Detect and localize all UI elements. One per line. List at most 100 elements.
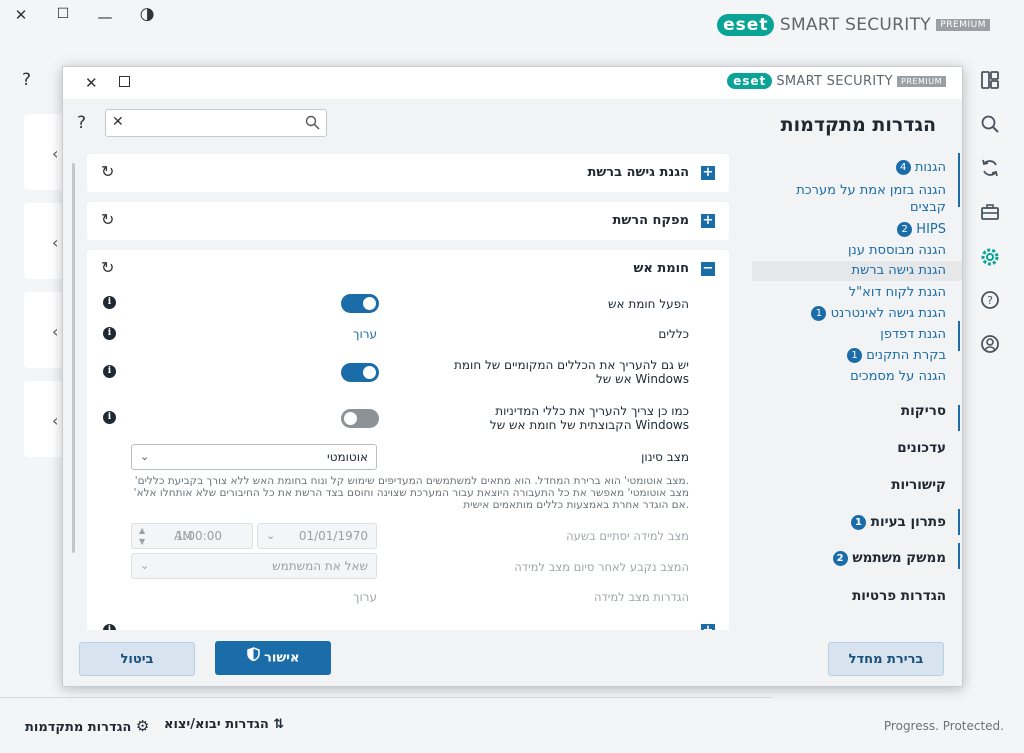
- reset-icon[interactable]: ↻: [101, 210, 114, 229]
- panel-title: מפקח הרשת: [612, 213, 689, 228]
- panel-title: הגנת גישה ברשת: [587, 165, 689, 180]
- info-icon: i: [103, 624, 116, 630]
- learning-end-time: 1:00:00 AM ▲ ▼: [131, 523, 253, 549]
- help-icon[interactable]: ?: [77, 113, 86, 133]
- nav-cloud-protection[interactable]: הגנה מבוססת ענן: [848, 243, 946, 258]
- chevron-left-icon: ‹: [52, 411, 59, 430]
- learning-end-label: מצב למידה יסתיים בשעה: [566, 529, 689, 543]
- nav-badge: 1: [811, 306, 827, 321]
- account-icon[interactable]: [978, 334, 1002, 358]
- after-learning-select: שאל את המשתמש ⌄: [131, 553, 377, 579]
- search-icon[interactable]: [978, 114, 1002, 138]
- edition-badge: PREMIUM: [936, 19, 990, 31]
- info-icon[interactable]: i: [103, 365, 116, 378]
- chevron-left-icon: ‹: [52, 233, 59, 252]
- nav-document-protection[interactable]: הגנה על מסמכים: [850, 369, 946, 384]
- dialog-logo: eset SMART SECURITY PREMIUM: [727, 73, 946, 89]
- group-policy-toggle[interactable]: [341, 409, 379, 428]
- nav-badge: 1: [847, 348, 863, 363]
- reset-icon[interactable]: ↻: [101, 258, 114, 277]
- nav-privacy-settings[interactable]: הגדרות פרטיות: [852, 588, 946, 604]
- nav-user-interface[interactable]: 2 ממשק משתמש: [827, 550, 946, 566]
- group-policy-label: כמו כן צריך להעריך את כללי המדיניות הקבו…: [489, 404, 689, 432]
- nav-connectivity[interactable]: קישוריות: [891, 477, 946, 493]
- nav-device-control[interactable]: 1 בקרת התקנים: [841, 348, 946, 363]
- nav-protections[interactable]: 4 הגנות: [890, 160, 946, 175]
- filter-mode-select[interactable]: אוטומטי ⌄: [131, 444, 377, 470]
- update-icon[interactable]: [978, 158, 1002, 182]
- tagline: Progress. Protected.: [883, 719, 1004, 733]
- panel-firewall: − חומת אש ↻ הפעל חומת אש i כללים ערוך i …: [87, 250, 729, 630]
- nav-browser-protection[interactable]: הגנת דפדפן: [880, 327, 946, 342]
- nav-network-access-protection[interactable]: הגנת גישה ברשת: [752, 261, 962, 281]
- panel-network-inspector[interactable]: + מפקח הרשת ↻: [87, 202, 729, 240]
- eset-logo-mark: eset: [727, 73, 773, 89]
- search-input[interactable]: ✕: [105, 109, 327, 137]
- chevron-left-icon: ‹: [52, 322, 59, 341]
- learning-end-date: 01/01/1970 ⌄: [257, 523, 377, 549]
- after-learning-label: המצב נקבע לאחר סיום מצב למידה: [514, 560, 689, 574]
- background-card: ‹: [24, 381, 64, 457]
- nav-badge: 1: [851, 514, 867, 530]
- minimize-icon[interactable]: —: [94, 8, 116, 26]
- eset-logo-mark: eset: [717, 14, 775, 36]
- dashboard-icon[interactable]: [978, 70, 1002, 94]
- footer-advanced-settings[interactable]: הגדרות מתקדמות ⚙: [25, 717, 149, 735]
- footer-import-export[interactable]: הגדרות יבוא/יצוא ⇅: [164, 717, 284, 732]
- app-logo: eset SMART SECURITY PREMIUM: [717, 14, 990, 36]
- search-icon: [305, 115, 320, 134]
- info-icon[interactable]: i: [103, 411, 116, 424]
- info-icon[interactable]: i: [103, 296, 116, 309]
- nav-updates[interactable]: עדכונים: [897, 440, 946, 456]
- cancel-button[interactable]: ביטול: [79, 642, 195, 676]
- expand-icon[interactable]: +: [701, 166, 715, 180]
- panel-network-access[interactable]: + הגנת גישה ברשת ↻: [87, 154, 729, 192]
- gear-icon: ⚙: [135, 717, 150, 735]
- background-card: ‹: [24, 114, 64, 190]
- local-rules-label: יש גם להעריך את הכללים המקומיים של חומת …: [454, 358, 689, 386]
- reset-icon[interactable]: ↻: [101, 162, 114, 181]
- dialog-maximize-icon[interactable]: [119, 76, 130, 87]
- filter-mode-description: 'מצב אוטומטי' הוא ברירת המחדל. הוא מתאים…: [133, 475, 689, 511]
- chevron-down-icon: ⌄: [140, 559, 150, 572]
- help-icon[interactable]: ?: [22, 70, 31, 90]
- nav-realtime-protection-files[interactable]: קבצים: [910, 200, 946, 215]
- clear-icon[interactable]: ✕: [112, 114, 124, 130]
- nav-realtime-protection[interactable]: הגנה בזמן אמת על מערכת: [796, 183, 946, 198]
- nav-scans[interactable]: סריקות: [901, 403, 946, 419]
- edition-badge: PREMIUM: [897, 76, 946, 87]
- nav-hips[interactable]: 2 HIPS: [891, 222, 946, 237]
- chevron-left-icon: ‹: [52, 144, 59, 163]
- footer-divider: [0, 697, 772, 698]
- enable-firewall-label: הפעל חומת אש: [608, 297, 689, 311]
- local-rules-toggle[interactable]: [341, 363, 379, 382]
- learning-settings-label: הגדרות מצב למידה: [593, 590, 689, 604]
- close-icon[interactable]: ✕: [10, 6, 32, 24]
- svg-text:?: ?: [987, 294, 993, 307]
- maximize-icon[interactable]: ☐: [52, 6, 74, 22]
- dialog-close-icon[interactable]: ✕: [85, 74, 98, 92]
- rules-edit-link[interactable]: ערוך: [353, 327, 377, 341]
- nav-web-access-protection[interactable]: 1 הגנת גישה לאינטרנט: [805, 306, 946, 321]
- ok-button[interactable]: אישור: [215, 641, 331, 675]
- collapse-icon[interactable]: −: [701, 262, 715, 276]
- import-export-icon: ⇅: [273, 717, 285, 732]
- default-button[interactable]: ברירת מחדל: [828, 642, 944, 676]
- dialog-title-bar: ✕ eset SMART SECURITY PREMIUM: [63, 67, 962, 99]
- chevron-down-icon: ⌄: [266, 529, 276, 542]
- product-name: SMART SECURITY: [776, 74, 893, 89]
- enable-firewall-toggle[interactable]: [341, 294, 379, 313]
- expand-icon[interactable]: +: [701, 214, 715, 228]
- nav-email-protection[interactable]: הגנת לקוח דוא"ל: [849, 285, 946, 300]
- content-scrollbar[interactable]: [72, 163, 75, 553]
- page-title: הגדרות מתקדמות: [780, 114, 936, 136]
- help-circle-icon[interactable]: ?: [978, 290, 1002, 314]
- nav-troubleshooting[interactable]: 1 פתרון בעיות: [845, 514, 946, 530]
- chevron-down-icon: ⌄: [140, 450, 150, 463]
- toolbox-icon[interactable]: [978, 202, 1002, 226]
- settings-icon[interactable]: [978, 246, 1002, 270]
- filter-mode-label: מצב סינון: [641, 450, 689, 464]
- nav-badge: 2: [832, 550, 848, 566]
- contrast-icon[interactable]: ◑: [136, 4, 158, 24]
- info-icon[interactable]: i: [103, 327, 116, 340]
